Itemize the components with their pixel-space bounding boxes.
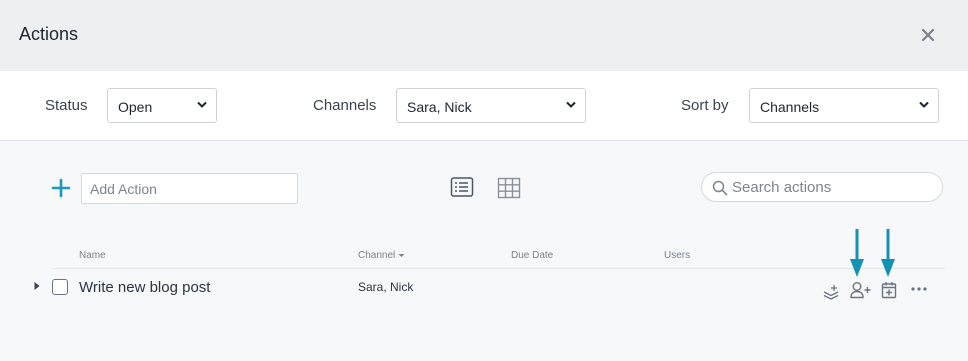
chevron-down-icon (197, 101, 207, 108)
column-header-due-date[interactable]: Due Date (511, 250, 553, 261)
channels-label: Channels (313, 97, 377, 114)
more-icon[interactable] (910, 286, 928, 292)
expand-triangle-icon[interactable] (33, 281, 41, 291)
add-action-input[interactable] (81, 173, 298, 204)
arrow-down-icon (881, 229, 895, 277)
row-name[interactable]: Write new blog post (79, 279, 210, 296)
layers-icon[interactable] (822, 282, 840, 300)
row-checkbox[interactable] (52, 279, 68, 295)
close-icon[interactable] (918, 25, 938, 45)
column-header-channel-label: Channel (358, 250, 396, 261)
add-user-icon[interactable] (850, 281, 872, 299)
status-select-value: Open (118, 99, 153, 115)
filter-bar: Status Open Channels Sara, Nick Sort by … (0, 71, 968, 141)
plus-icon[interactable] (51, 177, 71, 199)
dialog-title: Actions (19, 24, 79, 44)
calendar-add-icon[interactable] (881, 281, 897, 299)
status-label: Status (45, 97, 88, 114)
dialog-header: Actions (0, 0, 968, 71)
list-view-icon[interactable] (450, 176, 474, 198)
search-box[interactable] (701, 172, 943, 202)
sort-select[interactable]: Channels (749, 88, 939, 123)
channels-select[interactable]: Sara, Nick (396, 88, 586, 123)
column-header-channel[interactable]: Channel (358, 250, 405, 261)
channels-select-value: Sara, Nick (407, 99, 472, 115)
row-channel: Sara, Nick (358, 280, 414, 294)
sort-select-value: Channels (760, 99, 820, 115)
status-select[interactable]: Open (107, 88, 217, 123)
sort-label: Sort by (681, 97, 729, 114)
search-icon (712, 180, 728, 196)
chevron-down-icon (919, 101, 929, 108)
grid-view-icon[interactable] (497, 177, 521, 199)
column-header-name[interactable]: Name (79, 250, 106, 261)
column-header-users[interactable]: Users (664, 250, 690, 261)
search-input[interactable] (732, 177, 932, 197)
chevron-down-icon (566, 101, 576, 108)
sort-caret-icon (398, 253, 405, 257)
arrow-down-icon (850, 229, 864, 277)
header-divider (53, 268, 945, 269)
